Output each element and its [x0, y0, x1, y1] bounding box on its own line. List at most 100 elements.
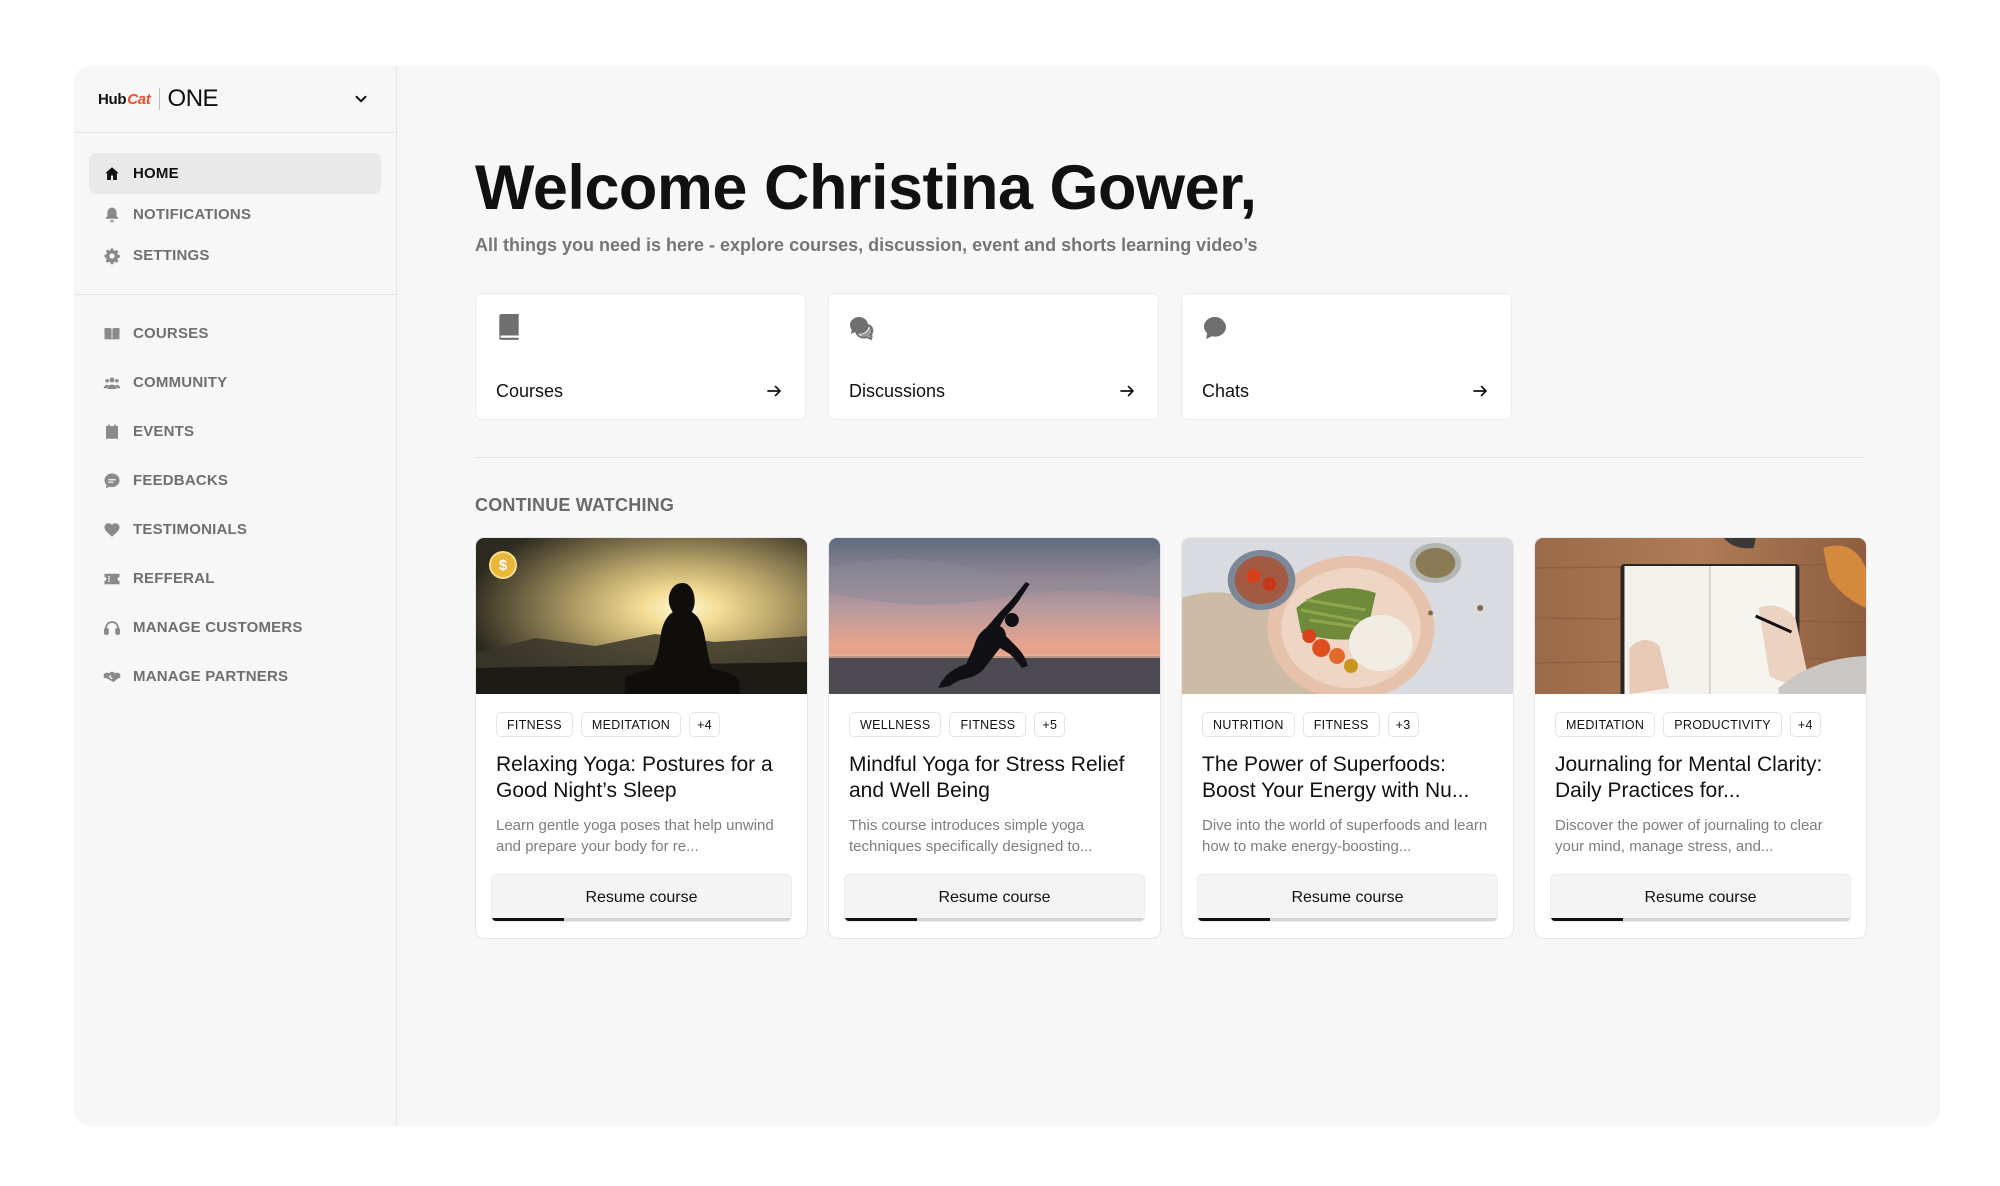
- sidebar-item-refferal[interactable]: REFFERAL: [89, 554, 381, 603]
- course-tag[interactable]: NUTRITION: [1202, 712, 1295, 738]
- home-icon: [103, 165, 121, 183]
- course-description: Discover the power of journaling to clea…: [1555, 817, 1823, 856]
- book-open-icon: [103, 325, 121, 343]
- gear-icon: [103, 247, 121, 265]
- quick-link-label: Chats: [1202, 381, 1250, 402]
- course-card[interactable]: WELLNESS FITNESS +5 Mindful Yoga for Str…: [828, 537, 1161, 940]
- sidebar-item-label: HOME: [133, 165, 179, 182]
- sidebar-item-community[interactable]: COMMUNITY: [89, 358, 381, 407]
- course-description: Dive into the world of superfoods and le…: [1202, 817, 1488, 856]
- course-tags: NUTRITION FITNESS +3: [1182, 694, 1513, 738]
- course-tag[interactable]: WELLNESS: [849, 712, 942, 738]
- chat-icon: [1204, 317, 1226, 340]
- resume-course-label: Resume course: [585, 889, 698, 907]
- sidebar-item-label: MANAGE PARTNERS: [133, 668, 289, 685]
- page-subtitle: All things you need is here - explore co…: [475, 235, 1258, 256]
- resume-course-label: Resume course: [1291, 889, 1404, 907]
- brand-logo-cat: Cat: [127, 90, 151, 108]
- sidebar-item-manage-partners[interactable]: MANAGE PARTNERS: [89, 652, 381, 701]
- sidebar-item-label: NOTIFICATIONS: [133, 206, 252, 223]
- quick-link-label: Discussions: [849, 381, 946, 402]
- course-tag[interactable]: MEDITATION: [1555, 712, 1656, 738]
- course-tags: MEDITATION PRODUCTIVITY +4: [1535, 694, 1866, 738]
- sidebar-item-home[interactable]: HOME: [89, 153, 381, 194]
- brand-logo-hub: Hub: [98, 90, 127, 108]
- resume-course-button[interactable]: Resume course: [1550, 874, 1851, 923]
- sidebar-item-feedbacks[interactable]: FEEDBACKS: [89, 456, 381, 505]
- course-thumbnail-journal[interactable]: [1535, 538, 1866, 695]
- course-thumbnail-yoga[interactable]: [829, 538, 1160, 695]
- quick-link-discussions[interactable]: Discussions: [828, 293, 1159, 421]
- secondary-nav: COURSES COMMUNITY EVENTS FEEDBACKS TESTI…: [74, 295, 396, 719]
- continue-watching-title: CONTINUE WATCHING: [475, 495, 675, 516]
- course-card[interactable]: NUTRITION FITNESS +3 The Power of Superf…: [1181, 537, 1514, 940]
- brand-logo[interactable]: Hub Cat ONE: [98, 85, 219, 113]
- resume-course-button[interactable]: Resume course: [491, 874, 792, 923]
- sidebar: Hub Cat ONE HOME NOTIFICATIONS SETTINGS …: [74, 66, 397, 1126]
- sidebar-item-settings[interactable]: SETTINGS: [89, 235, 381, 276]
- chevron-down-icon[interactable]: [352, 90, 370, 108]
- sidebar-item-label: TESTIMONIALS: [133, 521, 248, 538]
- course-progress-bar: [845, 918, 917, 922]
- ticket-icon: [103, 570, 121, 588]
- primary-nav: HOME NOTIFICATIONS SETTINGS: [74, 133, 396, 295]
- course-thumbnail-meditation[interactable]: $: [476, 538, 807, 695]
- page-title: Welcome Christina Gower,: [475, 153, 1257, 223]
- sidebar-item-label: REFFERAL: [133, 570, 215, 587]
- sidebar-item-testimonials[interactable]: TESTIMONIALS: [89, 505, 381, 554]
- sidebar-item-label: COURSES: [133, 325, 209, 342]
- headset-icon: [103, 619, 121, 637]
- course-tag[interactable]: FITNESS: [1302, 712, 1380, 738]
- course-title[interactable]: Journaling for Mental Clarity: Daily Pra…: [1535, 752, 1866, 804]
- app-window: Hub Cat ONE HOME NOTIFICATIONS SETTINGS …: [74, 66, 1940, 1126]
- resume-course-label: Resume course: [938, 889, 1051, 907]
- course-progress-bar: [492, 918, 564, 922]
- course-tag-more[interactable]: +4: [689, 712, 720, 738]
- course-tag[interactable]: FITNESS: [949, 712, 1027, 738]
- course-progress-bar: [1198, 918, 1270, 922]
- course-title[interactable]: Relaxing Yoga: Postures for a Good Night…: [476, 752, 807, 804]
- resume-course-label: Resume course: [1644, 889, 1757, 907]
- course-description: This course introduces simple yoga techn…: [849, 817, 1093, 856]
- course-tag[interactable]: MEDITATION: [580, 712, 682, 738]
- sidebar-item-events[interactable]: EVENTS: [89, 407, 381, 456]
- chat-bubble-icon: [103, 472, 121, 490]
- brand-header: Hub Cat ONE: [74, 66, 396, 133]
- handshake-icon: [103, 668, 121, 686]
- course-card[interactable]: MEDITATION PRODUCTIVITY +4 Journaling fo…: [1534, 537, 1867, 940]
- sidebar-item-label: SETTINGS: [133, 247, 210, 264]
- section-divider: [475, 457, 1863, 459]
- course-description: Learn gentle yoga poses that help unwind…: [496, 817, 774, 856]
- heart-icon: [103, 521, 121, 539]
- course-list: $ FITNESS MEDITATION +4 Relaxing Yoga: P…: [475, 537, 1867, 940]
- course-card[interactable]: $ FITNESS MEDITATION +4 Relaxing Yoga: P…: [475, 537, 808, 940]
- resume-course-button[interactable]: Resume course: [844, 874, 1145, 923]
- sidebar-item-label: FEEDBACKS: [133, 472, 229, 489]
- resume-course-button[interactable]: Resume course: [1197, 874, 1498, 923]
- quick-link-courses[interactable]: Courses: [475, 293, 806, 421]
- sidebar-item-label: EVENTS: [133, 423, 195, 440]
- arrow-right-icon: [1473, 385, 1487, 397]
- quick-link-label: Courses: [496, 381, 564, 402]
- sidebar-item-manage-customers[interactable]: MANAGE CUSTOMERS: [89, 603, 381, 652]
- discussions-icon: [850, 317, 874, 341]
- arrow-right-icon: [767, 385, 781, 397]
- brand-separator: [158, 88, 160, 110]
- course-tag[interactable]: FITNESS: [496, 712, 573, 738]
- course-tag[interactable]: PRODUCTIVITY: [1663, 712, 1782, 738]
- course-tags: FITNESS MEDITATION +4: [476, 694, 807, 738]
- course-tag-more[interactable]: +3: [1387, 712, 1419, 738]
- sidebar-item-courses[interactable]: COURSES: [89, 309, 381, 358]
- bell-icon: [103, 206, 121, 224]
- course-thumbnail-superfoods[interactable]: [1182, 538, 1513, 695]
- sidebar-item-notifications[interactable]: NOTIFICATIONS: [89, 194, 381, 235]
- course-tag-more[interactable]: +5: [1034, 712, 1066, 738]
- course-title[interactable]: The Power of Superfoods: Boost Your Ener…: [1182, 752, 1513, 804]
- book-icon: [499, 314, 519, 341]
- course-tag-more[interactable]: +4: [1789, 712, 1821, 738]
- quick-link-chats[interactable]: Chats: [1181, 293, 1512, 421]
- users-icon: [103, 374, 121, 392]
- course-title[interactable]: Mindful Yoga for Stress Relief and Well …: [829, 752, 1160, 804]
- main-content: Welcome Christina Gower, All things you …: [397, 66, 1940, 1126]
- calendar-icon: [103, 423, 121, 441]
